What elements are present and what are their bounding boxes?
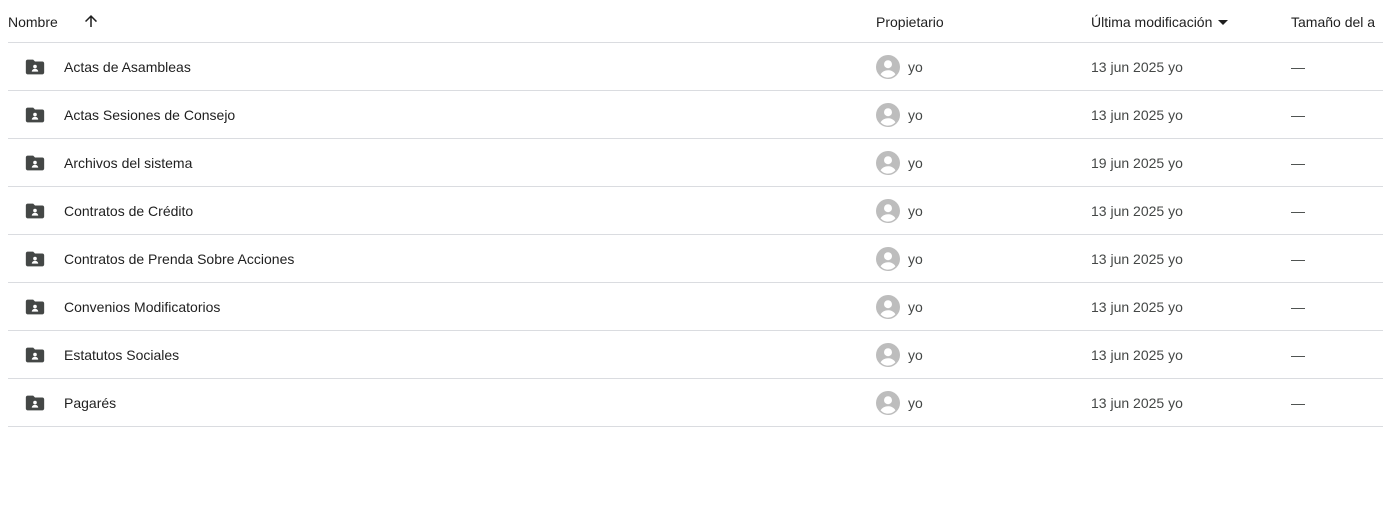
shared-folder-icon [25, 251, 45, 266]
row-owner: yo [876, 139, 923, 186]
row-owner-name: yo [908, 106, 923, 123]
folder-icon-cell [24, 235, 46, 282]
row-owner-name: yo [908, 250, 923, 267]
shared-folder-icon [25, 395, 45, 410]
folder-icon-cell [24, 379, 46, 426]
row-name[interactable]: Actas de Asambleas [64, 43, 191, 90]
row-modified: 13 jun 2025 yo [1091, 202, 1183, 219]
shared-folder-icon [25, 59, 45, 74]
column-header-name-label: Nombre [8, 14, 58, 30]
shared-folder-icon [25, 347, 45, 362]
row-name[interactable]: Convenios Modificatorios [64, 283, 220, 330]
table-row[interactable]: Actas Sesiones de Consejo yo 13 jun 2025 y… [8, 91, 1383, 139]
row-modified: 13 jun 2025 yo [1091, 394, 1183, 411]
column-header-modified[interactable]: Última modificación [1091, 14, 1229, 30]
row-modified: 13 jun 2025 yo [1091, 298, 1183, 315]
shared-folder-icon [25, 155, 45, 170]
file-list-rows: Actas de Asambleas yo 13 jun 2025 yo — Actas… [8, 43, 1383, 427]
row-owner-name: yo [908, 298, 923, 315]
row-name[interactable]: Contratos de Prenda Sobre Acciones [64, 235, 294, 282]
row-modified: 13 jun 2025 yo [1091, 250, 1183, 267]
row-name[interactable]: Actas Sesiones de Consejo [64, 91, 235, 138]
folder-icon-cell [24, 43, 46, 90]
table-row[interactable]: Estatutos Sociales yo 13 jun 2025 yo — [8, 331, 1383, 379]
file-list-header: Nombre Propietario Última modificación T… [8, 0, 1383, 43]
account-circle-icon [876, 198, 900, 223]
row-owner: yo [876, 43, 923, 90]
row-size: — [1291, 106, 1305, 123]
column-header-owner[interactable]: Propietario [876, 14, 944, 30]
row-size: — [1291, 154, 1305, 171]
row-size: — [1291, 346, 1305, 363]
folder-icon-cell [24, 331, 46, 378]
folder-icon-cell [24, 187, 46, 234]
row-owner: yo [876, 379, 923, 426]
shared-folder-icon [25, 299, 45, 314]
account-circle-icon [876, 150, 900, 175]
caret-down-icon[interactable] [1218, 19, 1229, 25]
row-size: — [1291, 250, 1305, 267]
table-row[interactable]: Pagarés yo 13 jun 2025 yo — [8, 379, 1383, 427]
row-owner-name: yo [908, 202, 923, 219]
table-row[interactable]: Archivos del sistema yo 19 jun 2025 yo — [8, 139, 1383, 187]
folder-icon-cell [24, 139, 46, 186]
row-modified: 19 jun 2025 yo [1091, 154, 1183, 171]
table-row[interactable]: Contratos de Prenda Sobre Acciones yo 13 j… [8, 235, 1383, 283]
account-circle-icon [876, 102, 900, 127]
row-modified: 13 jun 2025 yo [1091, 346, 1183, 363]
account-circle-icon [876, 294, 900, 319]
row-owner-name: yo [908, 394, 923, 411]
row-owner: yo [876, 331, 923, 378]
account-circle-icon [876, 390, 900, 415]
account-circle-icon [876, 54, 900, 79]
column-header-modified-label: Última modificación [1091, 14, 1213, 30]
column-header-owner-label: Propietario [876, 14, 944, 30]
row-owner: yo [876, 235, 923, 282]
file-list: Nombre Propietario Última modificación T… [8, 0, 1383, 427]
shared-folder-icon [25, 107, 45, 122]
account-circle-icon [876, 342, 900, 367]
row-size: — [1291, 394, 1305, 411]
table-row[interactable]: Actas de Asambleas yo 13 jun 2025 yo — [8, 43, 1383, 91]
row-owner: yo [876, 283, 923, 330]
row-modified: 13 jun 2025 yo [1091, 58, 1183, 75]
column-header-size[interactable]: Tamaño del a [1291, 14, 1383, 30]
row-name[interactable]: Contratos de Crédito [64, 187, 193, 234]
row-size: — [1291, 202, 1305, 219]
row-owner: yo [876, 91, 923, 138]
row-size: — [1291, 298, 1305, 315]
shared-folder-icon [25, 203, 45, 218]
row-name[interactable]: Pagarés [64, 379, 116, 426]
account-circle-icon [876, 246, 900, 271]
row-owner-name: yo [908, 58, 923, 75]
folder-icon-cell [24, 283, 46, 330]
folder-icon-cell [24, 91, 46, 138]
column-header-size-label: Tamaño del a [1291, 14, 1376, 30]
table-row[interactable]: Contratos de Crédito yo 13 jun 2025 yo — [8, 187, 1383, 235]
arrow-upward-icon[interactable] [82, 12, 100, 30]
row-name[interactable]: Estatutos Sociales [64, 331, 179, 378]
row-owner-name: yo [908, 154, 923, 171]
row-owner-name: yo [908, 346, 923, 363]
table-row[interactable]: Convenios Modificatorios yo 13 jun 2025 yo… [8, 283, 1383, 331]
row-size: — [1291, 58, 1305, 75]
row-owner: yo [876, 187, 923, 234]
row-modified: 13 jun 2025 yo [1091, 106, 1183, 123]
column-header-name[interactable]: Nombre [8, 14, 58, 30]
row-name[interactable]: Archivos del sistema [64, 139, 192, 186]
